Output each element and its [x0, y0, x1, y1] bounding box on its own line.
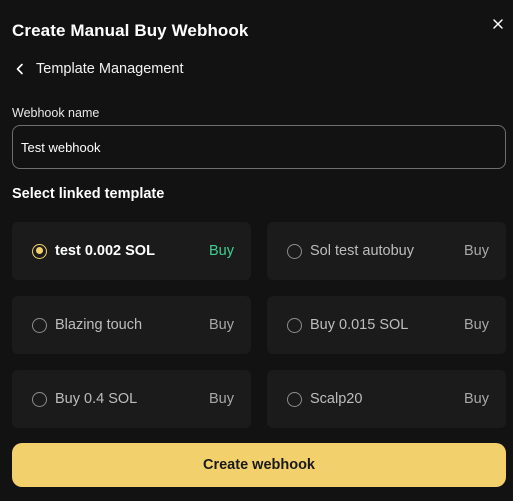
- template-type: Buy: [464, 243, 489, 259]
- back-to-template-management[interactable]: Template Management: [12, 58, 184, 80]
- template-name: Buy 0.015 SOL: [310, 317, 409, 333]
- template-option[interactable]: Buy 0.015 SOL Buy: [267, 296, 506, 354]
- template-option[interactable]: test 0.002 SOL Buy: [12, 222, 251, 280]
- create-webhook-button[interactable]: Create webhook: [12, 443, 506, 487]
- template-name: Buy 0.4 SOL: [55, 391, 138, 407]
- template-name: test 0.002 SOL: [55, 243, 155, 259]
- close-icon: [493, 19, 503, 29]
- close-button[interactable]: [488, 14, 508, 34]
- webhook-name-label: Webhook name: [12, 106, 100, 120]
- template-option[interactable]: Blazing touch Buy: [12, 296, 251, 354]
- template-type: Buy: [209, 391, 234, 407]
- template-option[interactable]: Scalp20 Buy: [267, 370, 506, 428]
- dialog-title: Create Manual Buy Webhook: [12, 21, 249, 40]
- template-radio[interactable]: [32, 391, 47, 407]
- template-name: Scalp20: [310, 391, 363, 407]
- template-radio[interactable]: [287, 317, 302, 333]
- template-option[interactable]: Sol test autobuy Buy: [267, 222, 506, 280]
- linked-template-title: Select linked template: [12, 186, 165, 202]
- template-radio[interactable]: [32, 243, 47, 259]
- template-radio[interactable]: [287, 391, 302, 407]
- template-type: Buy: [209, 317, 234, 333]
- template-grid: test 0.002 SOL Buy Sol test autobuy Buy …: [12, 222, 506, 428]
- template-name: Sol test autobuy: [310, 243, 414, 259]
- webhook-name-input[interactable]: [12, 125, 506, 169]
- template-radio[interactable]: [287, 243, 302, 259]
- template-radio[interactable]: [32, 317, 47, 333]
- template-type: Buy: [464, 317, 489, 333]
- template-type: Buy: [464, 391, 489, 407]
- template-type: Buy: [209, 243, 234, 259]
- template-option[interactable]: Buy 0.4 SOL Buy: [12, 370, 251, 428]
- create-webhook-dialog: Create Manual Buy Webhook Template Manag…: [0, 0, 513, 501]
- back-link-label: Template Management: [36, 61, 184, 77]
- chevron-left-icon: [12, 61, 28, 77]
- template-name: Blazing touch: [55, 317, 143, 333]
